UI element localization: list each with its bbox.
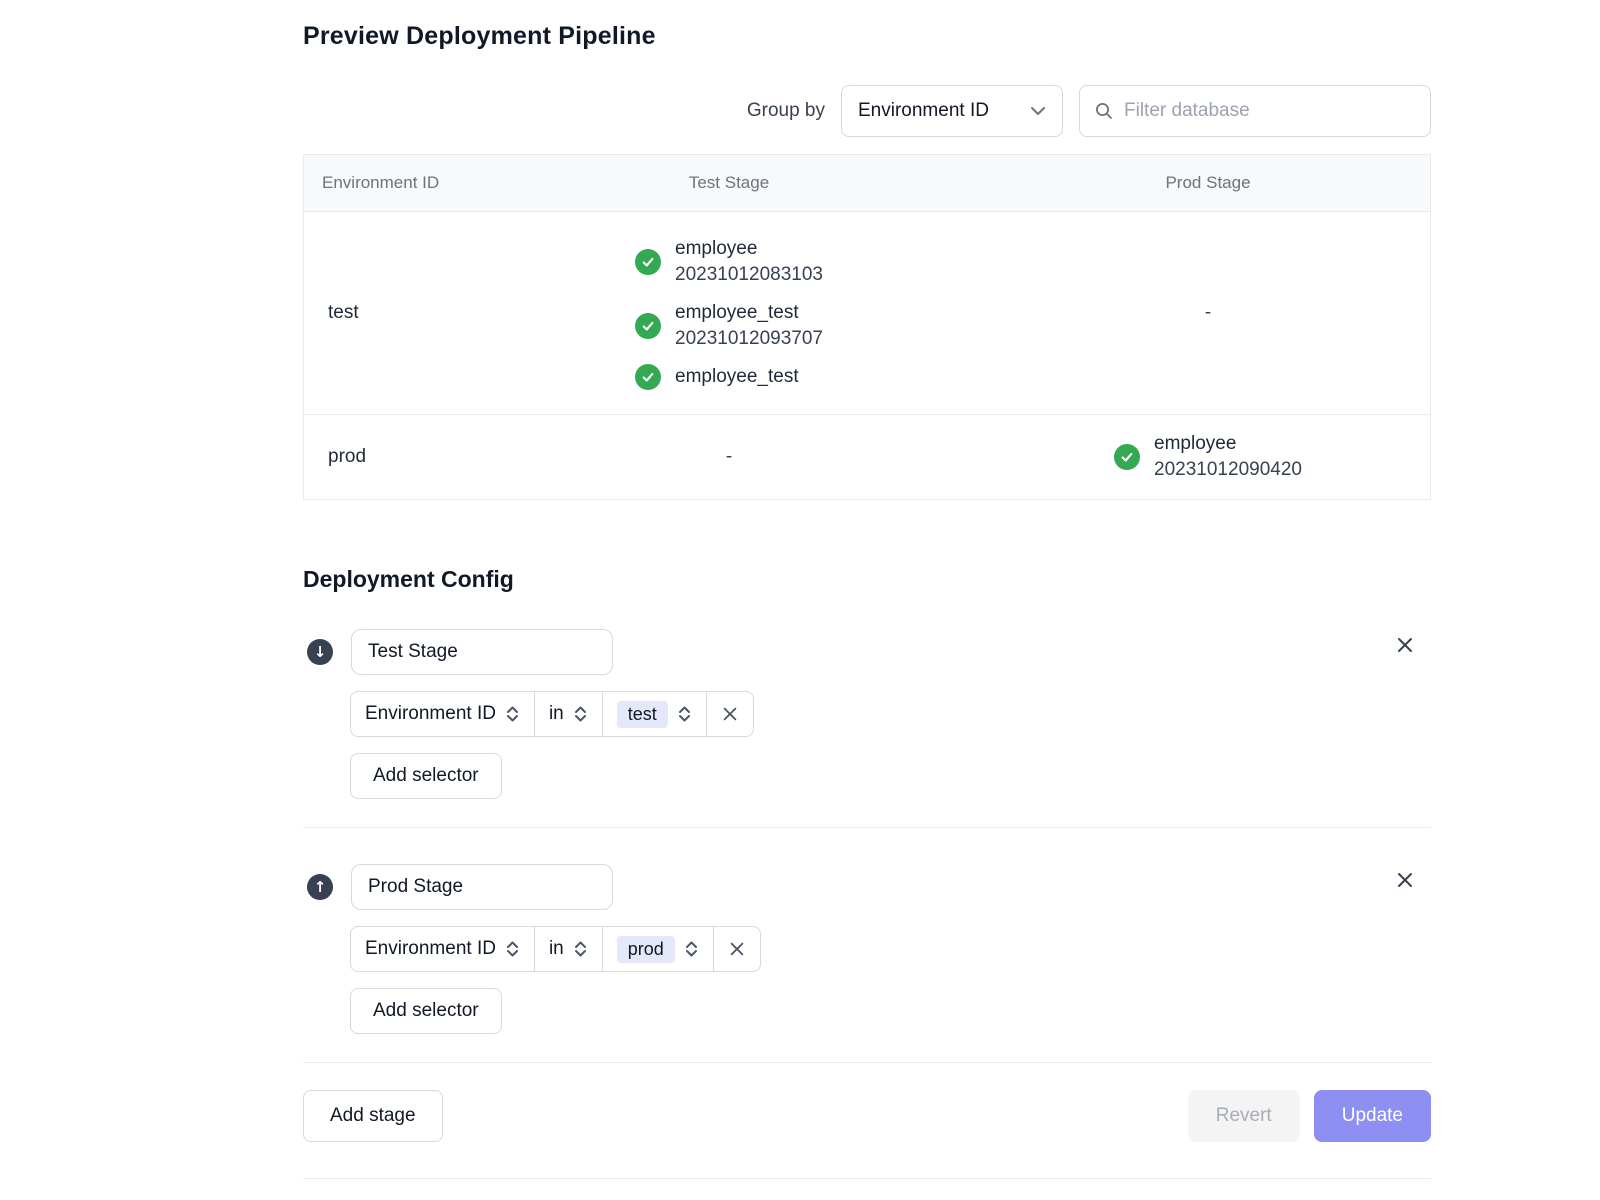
selector-row: Environment ID in prod (350, 926, 1431, 972)
chevrons-up-down-icon (573, 939, 588, 959)
close-icon (728, 940, 746, 958)
stage-name-input[interactable] (351, 864, 613, 910)
group-by-value: Environment ID (858, 100, 989, 122)
deployment-version: 20231012090420 (1154, 457, 1302, 483)
environment-id-cell: prod (304, 446, 474, 468)
chevron-down-icon (1030, 106, 1046, 116)
stage-header: ↑ (303, 864, 1431, 910)
stage-name-input[interactable] (351, 629, 613, 675)
add-selector-button[interactable]: Add selector (350, 988, 502, 1034)
bottom-divider (303, 1178, 1431, 1179)
check-circle-icon (635, 313, 661, 339)
chevrons-up-down-icon (505, 939, 520, 959)
deployment-text: employee_test (675, 364, 799, 390)
deployment-item: employee_test 20231012093707 (635, 300, 823, 352)
table-row-test: test employee 20231012083103 (304, 212, 1430, 414)
test-stage-empty: - (474, 446, 984, 468)
deployment-version: 20231012093707 (675, 326, 823, 352)
config-footer: Add stage Revert Update (303, 1090, 1431, 1142)
remove-selector-button[interactable] (713, 926, 761, 972)
deployment-text: employee 20231012083103 (675, 236, 823, 288)
selector-operator-dropdown[interactable]: in (534, 691, 603, 737)
prod-stage-empty: - (984, 302, 1432, 324)
pipeline-toolbar: Group by Environment ID (303, 85, 1431, 137)
page-title: Preview Deployment Pipeline (303, 22, 1431, 51)
deployment-item: employee 20231012090420 (1114, 431, 1302, 483)
stage-prod: ↑ Environment ID in prod Add selector (303, 864, 1431, 1034)
footer-actions: Revert Update (1188, 1090, 1431, 1142)
selector-key-dropdown[interactable]: Environment ID (350, 691, 535, 737)
group-by-select[interactable]: Environment ID (841, 85, 1063, 137)
table-row-prod: prod - employee 20231012090420 (304, 414, 1430, 499)
deployment-item: employee_test (635, 364, 799, 390)
search-icon (1094, 101, 1114, 121)
remove-stage-button[interactable] (1391, 866, 1419, 894)
deployment-text: employee_test 20231012093707 (675, 300, 823, 352)
pipeline-table: Environment ID Test Stage Prod Stage tes… (303, 154, 1431, 500)
deployment-name: employee_test (675, 364, 799, 390)
check-circle-icon (1114, 444, 1140, 470)
deployment-config-title: Deployment Config (303, 566, 1431, 593)
arrow-down-circle-icon: ↓ (307, 639, 333, 665)
deployment-list: employee 20231012083103 employee_test 20… (635, 236, 823, 390)
divider (303, 827, 1431, 828)
deployment-item: employee 20231012083103 (635, 236, 823, 288)
selector-key-label: Environment ID (365, 703, 496, 725)
close-icon (721, 705, 739, 723)
deployment-name: employee_test (675, 300, 823, 326)
selector-operator-label: in (549, 703, 564, 725)
arrow-up-circle-icon: ↑ (307, 874, 333, 900)
deployment-name: employee (675, 236, 823, 262)
add-stage-button[interactable]: Add stage (303, 1090, 443, 1142)
selector-value-badge: prod (617, 936, 675, 963)
selector-key-label: Environment ID (365, 938, 496, 960)
close-icon (1395, 635, 1415, 655)
chevrons-up-down-icon (505, 704, 520, 724)
selector-row: Environment ID in test (350, 691, 1431, 737)
filter-database-input[interactable] (1124, 100, 1416, 122)
pipeline-table-header: Environment ID Test Stage Prod Stage (304, 155, 1430, 212)
remove-selector-button[interactable] (706, 691, 754, 737)
test-stage-cell: employee 20231012083103 employee_test 20… (474, 236, 984, 390)
chevrons-up-down-icon (684, 939, 699, 959)
chevrons-up-down-icon (677, 704, 692, 724)
column-environment-id: Environment ID (304, 173, 474, 193)
page: Preview Deployment Pipeline Group by Env… (303, 0, 1431, 1179)
group-by-label: Group by (747, 100, 825, 122)
selector-value-badge: test (617, 701, 668, 728)
selector-operator-label: in (549, 938, 564, 960)
prod-stage-cell: employee 20231012090420 (984, 431, 1432, 483)
deployment-text: employee 20231012090420 (1154, 431, 1302, 483)
selector-value-dropdown[interactable]: test (602, 691, 707, 737)
check-circle-icon (635, 364, 661, 390)
selector-value-dropdown[interactable]: prod (602, 926, 714, 972)
column-test-stage: Test Stage (474, 173, 984, 193)
filter-database-search[interactable] (1079, 85, 1431, 137)
check-circle-icon (635, 249, 661, 275)
divider (303, 1062, 1431, 1063)
stage-test: ↓ Environment ID in test Add selector (303, 629, 1431, 799)
update-button[interactable]: Update (1314, 1090, 1431, 1142)
deployment-version: 20231012083103 (675, 262, 823, 288)
column-prod-stage: Prod Stage (984, 173, 1432, 193)
close-icon (1395, 870, 1415, 890)
stage-header: ↓ (303, 629, 1431, 675)
deployment-name: employee (1154, 431, 1302, 457)
environment-id-cell: test (304, 302, 474, 324)
revert-button[interactable]: Revert (1188, 1090, 1300, 1142)
selector-operator-dropdown[interactable]: in (534, 926, 603, 972)
add-selector-button[interactable]: Add selector (350, 753, 502, 799)
chevrons-up-down-icon (573, 704, 588, 724)
remove-stage-button[interactable] (1391, 631, 1419, 659)
selector-key-dropdown[interactable]: Environment ID (350, 926, 535, 972)
